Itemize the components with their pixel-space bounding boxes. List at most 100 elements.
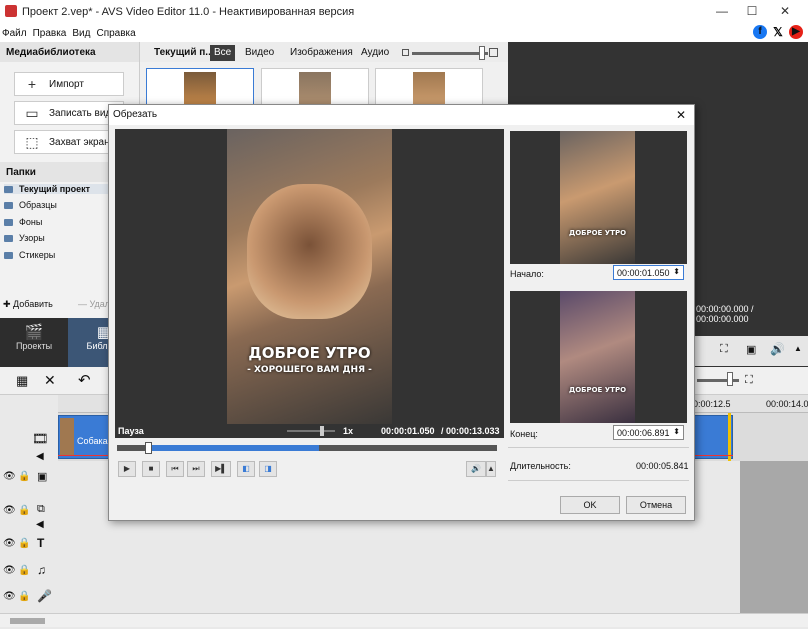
eye-icon[interactable]: 👁 bbox=[3, 538, 16, 549]
mute-icon[interactable]: ◀ bbox=[36, 451, 44, 462]
menu-edit[interactable]: Правка bbox=[33, 28, 67, 39]
set-start-button[interactable]: ▶▌ bbox=[211, 461, 231, 477]
dialog-volume-icon[interactable]: 🔊 bbox=[466, 461, 486, 477]
menu-file[interactable]: Файл bbox=[2, 28, 27, 39]
mark-out-button[interactable]: ◨ bbox=[259, 461, 277, 477]
remove-folder-button[interactable]: — Удал bbox=[78, 299, 110, 309]
add-folder-button[interactable]: ✚ Добавить bbox=[3, 299, 53, 310]
projects-nav[interactable]: 🎬 Проекты bbox=[6, 323, 62, 363]
window-title: Проект 2.vep* - AVS Video Editor 11.0 - … bbox=[22, 6, 355, 18]
film-icon: 🎞 bbox=[32, 431, 49, 446]
ok-button[interactable]: OK bbox=[560, 496, 620, 514]
folder-samples[interactable]: Образцы bbox=[4, 200, 57, 210]
minimize-button[interactable]: — bbox=[712, 4, 732, 18]
snapshot-icon[interactable]: ▣ bbox=[746, 343, 756, 356]
storyboard-icon[interactable]: ▦ bbox=[16, 373, 28, 389]
fit-icon[interactable]: ⛶ bbox=[745, 374, 753, 387]
overlay-track-icon: ⧉ bbox=[37, 503, 45, 515]
lock-icon[interactable]: 🔒 bbox=[18, 505, 30, 516]
menu-view[interactable]: Вид bbox=[72, 28, 90, 39]
lock-icon[interactable]: 🔒 bbox=[18, 565, 30, 576]
dog-image bbox=[247, 184, 372, 319]
folder-patterns[interactable]: Узоры bbox=[4, 233, 45, 243]
horizontal-scrollbar[interactable] bbox=[0, 613, 808, 627]
end-frame-image: ДОБРОЕ УТРО bbox=[560, 291, 635, 423]
media-thumbnail[interactable] bbox=[261, 68, 369, 108]
dog-thumb-image bbox=[184, 72, 216, 108]
small-thumb-icon[interactable] bbox=[402, 49, 409, 56]
thumb-size-slider[interactable] bbox=[412, 52, 488, 55]
eye-icon[interactable]: 👁 bbox=[3, 505, 16, 516]
folder-icon bbox=[4, 234, 13, 242]
folder-backgrounds[interactable]: Фоны bbox=[4, 217, 42, 227]
media-thumbnail[interactable] bbox=[375, 68, 483, 108]
dog-thumb-image bbox=[413, 72, 445, 108]
youtube-icon[interactable]: ▶ bbox=[789, 25, 803, 39]
scrollbar-thumb[interactable] bbox=[10, 618, 45, 624]
speed-handle[interactable] bbox=[320, 426, 324, 436]
start-time-input[interactable]: 00:00:01.050 ⬍ bbox=[613, 265, 684, 280]
lock-icon[interactable]: 🔒 bbox=[18, 538, 30, 549]
zoom-handle[interactable] bbox=[727, 372, 733, 386]
clip-label: Собака bbox=[77, 436, 108, 446]
dialog-title: Обрезать bbox=[113, 109, 158, 120]
mute-icon[interactable]: ◀ bbox=[36, 519, 44, 530]
mark-in-button[interactable]: ◧ bbox=[237, 461, 255, 477]
spin-arrows-icon[interactable]: ⬍ bbox=[673, 427, 680, 436]
speed-slider[interactable] bbox=[287, 430, 335, 432]
folder-icon bbox=[4, 201, 13, 209]
fullscreen-icon[interactable]: ⛶ bbox=[720, 343, 728, 356]
play-button[interactable]: ▶ bbox=[118, 461, 136, 477]
large-thumb-icon[interactable] bbox=[489, 48, 498, 57]
x-icon[interactable]: 𝕏 bbox=[771, 25, 785, 39]
chevron-up-icon[interactable]: ▲ bbox=[794, 344, 802, 353]
next-frame-button[interactable]: ⏭ bbox=[187, 461, 205, 477]
volume-dropdown[interactable]: ▲ bbox=[486, 461, 496, 477]
caption-small: ДОБРОЕ УТРО bbox=[568, 386, 627, 394]
lock-icon[interactable]: 🔒 bbox=[18, 591, 30, 602]
facebook-icon[interactable]: f bbox=[753, 25, 767, 39]
seek-handle[interactable] bbox=[145, 442, 152, 454]
undo-icon[interactable]: ↶ bbox=[78, 371, 91, 389]
dog-thumb-image bbox=[299, 72, 331, 108]
cancel-button[interactable]: Отмена bbox=[626, 496, 686, 514]
eye-icon[interactable]: 👁 bbox=[3, 565, 16, 576]
eye-icon[interactable]: 👁 bbox=[3, 591, 16, 602]
dialog-title-bar: Обрезать ✕ bbox=[109, 105, 694, 125]
start-frame-preview: ДОБРОЕ УТРО bbox=[510, 131, 687, 264]
import-button[interactable]: + Импорт bbox=[14, 72, 124, 96]
tab-video[interactable]: Видео bbox=[241, 45, 278, 61]
speed-value: 1x bbox=[343, 426, 354, 436]
clip-end-marker bbox=[728, 413, 731, 461]
dialog-close-icon[interactable]: ✕ bbox=[676, 108, 686, 122]
tab-all[interactable]: Все bbox=[210, 45, 236, 61]
title-bar: Проект 2.vep* - AVS Video Editor 11.0 - … bbox=[0, 0, 808, 24]
app-icon bbox=[5, 5, 17, 17]
folder-icon bbox=[4, 251, 13, 259]
duration-label: Длительность: bbox=[510, 461, 571, 471]
eye-icon[interactable]: 👁 bbox=[3, 471, 16, 482]
tab-audio[interactable]: Аудио bbox=[357, 45, 393, 61]
end-time-input[interactable]: 00:00:06.891 ⬍ bbox=[613, 425, 684, 440]
spin-arrows-icon[interactable]: ⬍ bbox=[673, 267, 680, 276]
text-track-icon: T bbox=[37, 536, 45, 550]
folder-icon bbox=[4, 185, 13, 193]
media-thumbnail[interactable] bbox=[146, 68, 254, 108]
maximize-button[interactable]: ☐ bbox=[742, 4, 762, 18]
lock-icon[interactable]: 🔒 bbox=[18, 471, 30, 482]
close-button[interactable]: ✕ bbox=[775, 4, 795, 18]
seek-bar[interactable] bbox=[117, 442, 497, 454]
stop-button[interactable]: ■ bbox=[142, 461, 160, 477]
prev-frame-button[interactable]: ⏮ bbox=[166, 461, 184, 477]
playback-state: Пауза bbox=[118, 426, 144, 436]
tab-current-project[interactable]: Текущий п... bbox=[150, 45, 218, 61]
seek-progress bbox=[149, 445, 319, 451]
thumb-size-handle[interactable] bbox=[479, 46, 485, 60]
end-label: Конец: bbox=[510, 429, 538, 439]
tab-images[interactable]: Изображения bbox=[286, 45, 357, 61]
volume-icon[interactable]: 🔊 bbox=[770, 342, 785, 356]
folder-stickers[interactable]: Стикеры bbox=[4, 250, 55, 260]
clip-thumb bbox=[60, 418, 74, 456]
delete-icon[interactable]: ✕ bbox=[44, 372, 56, 389]
menu-help[interactable]: Справка bbox=[96, 28, 135, 39]
